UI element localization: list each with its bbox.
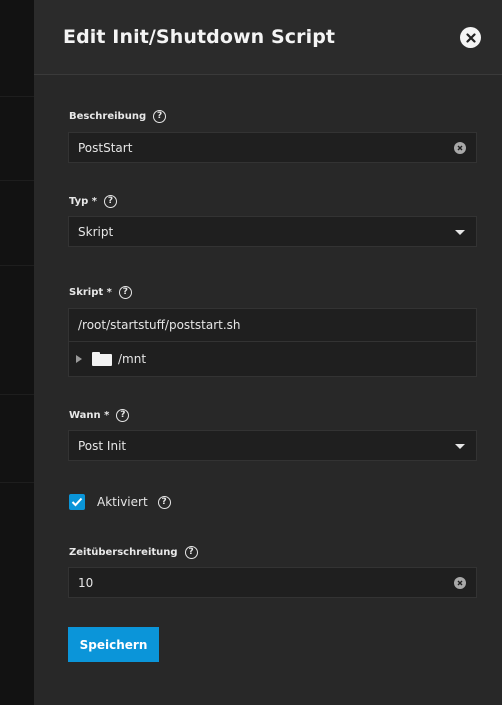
description-input[interactable] <box>78 140 438 155</box>
help-icon[interactable]: ? <box>118 286 132 299</box>
tree-node-label: /mnt <box>118 352 147 366</box>
expand-arrow-icon[interactable] <box>76 355 82 363</box>
checkmark-icon <box>71 497 83 507</box>
when-label-row: Wann * ? <box>69 409 130 422</box>
when-label: Wann * <box>69 410 110 421</box>
close-icon <box>465 32 476 43</box>
enabled-checkbox[interactable] <box>69 494 85 510</box>
timeout-label: Zeitüberschreitung <box>69 547 178 558</box>
panel-title: Edit Init/Shutdown Script <box>63 26 336 48</box>
when-select[interactable]: Post Init <box>68 430 477 461</box>
script-label: Skript * <box>69 287 112 298</box>
timeout-input[interactable] <box>78 575 438 590</box>
folder-icon <box>92 352 112 366</box>
enabled-row: Aktiviert ? <box>69 494 171 510</box>
save-button[interactable]: Speichern <box>68 627 159 662</box>
description-label-row: Beschreibung ? <box>69 110 167 123</box>
backdrop-row-divider <box>0 96 34 97</box>
script-file-picker: /root/startstuff/poststart.sh /mnt <box>68 308 477 377</box>
clear-icon[interactable] <box>454 577 466 589</box>
chevron-down-icon <box>455 230 465 235</box>
tree-node-mnt[interactable]: /mnt <box>69 342 476 376</box>
type-select-value: Skript <box>78 224 114 239</box>
panel-header: Edit Init/Shutdown Script <box>34 0 502 75</box>
help-icon[interactable]: ? <box>153 110 167 123</box>
timeout-label-row: Zeitüberschreitung ? <box>69 546 198 559</box>
backdrop-row-divider <box>0 394 34 395</box>
backdrop-row-divider <box>0 265 34 266</box>
description-field[interactable] <box>68 132 477 163</box>
edit-script-panel: Edit Init/Shutdown Script Beschreibung ?… <box>34 0 502 705</box>
when-select-value: Post Init <box>78 438 127 453</box>
backdrop-row-divider <box>0 482 34 483</box>
help-icon[interactable]: ? <box>104 195 118 208</box>
type-label-row: Typ * ? <box>69 195 118 208</box>
backdrop-row-divider <box>0 180 34 181</box>
script-path-input[interactable]: /root/startstuff/poststart.sh <box>78 318 241 332</box>
description-label: Beschreibung <box>69 111 147 122</box>
help-icon[interactable]: ? <box>184 546 198 559</box>
timeout-field[interactable] <box>68 567 477 598</box>
enabled-label: Aktiviert <box>97 495 148 509</box>
clear-icon[interactable] <box>454 142 466 154</box>
help-icon[interactable]: ? <box>116 409 130 422</box>
close-button[interactable] <box>460 27 481 48</box>
type-select[interactable]: Skript <box>68 216 477 247</box>
backdrop-overlay <box>0 0 34 705</box>
chevron-down-icon <box>455 444 465 449</box>
script-label-row: Skript * ? <box>69 286 132 299</box>
help-icon[interactable]: ? <box>157 495 171 509</box>
type-label: Typ * <box>69 196 98 207</box>
